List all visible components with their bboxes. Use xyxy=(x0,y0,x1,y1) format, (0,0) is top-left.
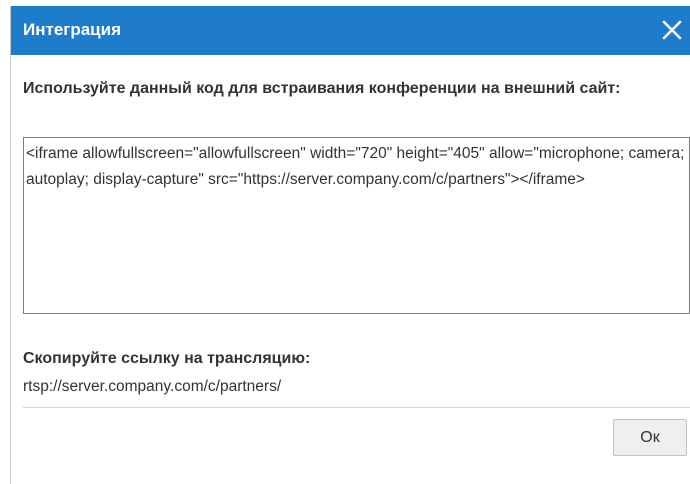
integration-dialog: Интеграция Используйте данный код для вс… xyxy=(10,6,690,484)
ok-button[interactable]: Ок xyxy=(613,419,687,456)
dialog-title: Интеграция xyxy=(23,20,122,39)
stream-link-value[interactable]: rtsp://server.company.com/c/partners/ xyxy=(23,375,281,399)
dialog-titlebar: Интеграция xyxy=(11,6,690,55)
footer-divider xyxy=(23,407,690,408)
close-icon xyxy=(662,20,682,40)
stream-link-label: Скопируйте ссылку на трансляцию: xyxy=(23,350,311,367)
embed-code-label: Используйте данный код для встраивания к… xyxy=(23,80,621,97)
close-button[interactable] xyxy=(659,17,685,43)
embed-code-textarea[interactable]: <iframe allowfullscreen="allowfullscreen… xyxy=(23,137,690,314)
